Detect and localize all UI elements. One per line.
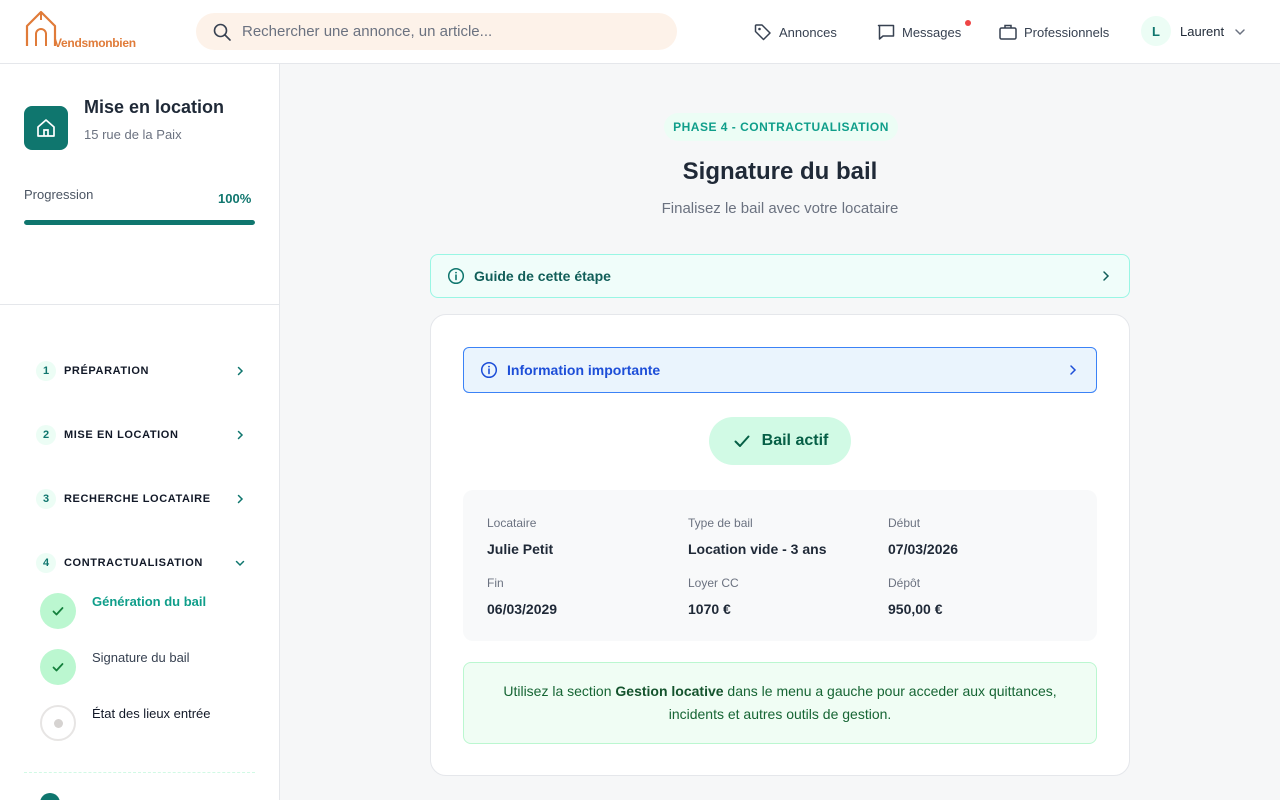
nav-annonces-label: Annonces — [779, 24, 837, 40]
site-logo-text: Vendsmonbien — [54, 36, 136, 50]
detail-key: Loyer CC — [688, 576, 739, 590]
detail-type-bail: Type de bail Location vide - 3 ans — [688, 516, 868, 557]
nav-professionnels[interactable]: Professionnels — [998, 20, 1109, 44]
chevron-right-icon — [237, 494, 244, 504]
user-name[interactable]: Laurent — [1180, 24, 1224, 39]
step-label: Signature du bail — [92, 650, 190, 665]
detail-value: Julie Petit — [487, 541, 554, 557]
info-icon — [480, 361, 498, 379]
step-status — [40, 649, 76, 685]
lease-card: Information importante Bail actif Locata… — [430, 314, 1130, 776]
progress-value: 100% — [218, 191, 252, 206]
site-logo[interactable]: Vendsmonbien — [24, 8, 136, 52]
management-notice-text: Utilisez la section Gestion locative dan… — [503, 683, 1057, 722]
tag-icon — [754, 24, 771, 41]
detail-debut: Début 07/03/2026 — [888, 516, 1068, 557]
progress-label: Progression — [24, 187, 94, 202]
info-icon — [447, 267, 465, 285]
sidebar-step-generation-bail[interactable]: Génération du bail — [40, 593, 260, 629]
chevron-right-icon — [1070, 365, 1077, 375]
detail-value: 06/03/2029 — [487, 601, 558, 617]
project-title: Mise en location — [84, 97, 225, 117]
sidebar-phase-recherche-locataire[interactable]: 3 RECHERCHE LOCATAIRE — [36, 489, 246, 509]
house-logo-icon — [25, 10, 57, 46]
messages-notification-dot — [965, 20, 971, 26]
home-icon — [37, 119, 55, 137]
phase-number: 4 — [36, 553, 56, 573]
page-subtitle: Finalisez le bail avec votre locataire — [661, 200, 899, 217]
important-info-accordion[interactable]: Information importante — [463, 347, 1097, 393]
phase-number: 1 — [36, 361, 56, 381]
chevron-down-icon[interactable] — [1233, 25, 1247, 39]
page-title: Signature du bail — [682, 158, 878, 185]
phase-label: MISE EN LOCATION — [64, 429, 179, 441]
detail-key: Dépôt — [888, 576, 921, 590]
gestion-locative-link: Gestion locative — [615, 683, 724, 699]
progress-bar — [24, 220, 255, 225]
lease-status-label: Bail actif — [761, 432, 829, 449]
top-navigation-bar: Vendsmonbien Annonces Messages Professio… — [0, 0, 1280, 64]
phase-number: 2 — [36, 425, 56, 445]
search-input[interactable] — [242, 23, 662, 40]
step-guide-accordion[interactable]: Guide de cette étape — [430, 254, 1130, 298]
gestion-locative-icon[interactable] — [40, 793, 60, 800]
detail-key: Fin — [487, 576, 504, 590]
detail-key: Type de bail — [688, 516, 753, 530]
detail-value: 07/03/2026 — [888, 541, 959, 557]
detail-value: Location vide - 3 ans — [688, 541, 827, 557]
chevron-right-icon — [1103, 271, 1110, 281]
project-address: 15 rue de la Paix — [84, 127, 182, 142]
search-icon — [213, 23, 231, 41]
project-sidebar: Mise en location 15 rue de la Paix Progr… — [0, 64, 280, 800]
briefcase-icon — [999, 24, 1017, 40]
message-icon — [877, 24, 895, 40]
check-icon — [52, 663, 64, 672]
project-icon — [24, 106, 68, 150]
detail-fin: Fin 06/03/2029 — [487, 576, 667, 617]
step-status — [40, 705, 76, 741]
phase-badge: PHASE 4 - CONTRACTUALISATION — [664, 113, 898, 141]
chevron-right-icon — [237, 366, 244, 376]
search-bar[interactable] — [196, 13, 677, 50]
user-avatar[interactable]: L — [1141, 16, 1171, 46]
nav-professionnels-label: Professionnels — [1024, 24, 1110, 40]
check-icon — [734, 435, 750, 447]
detail-depot: Dépôt 950,00 € — [888, 576, 1068, 617]
lease-details: Locataire Julie Petit Type de bail Locat… — [463, 490, 1097, 641]
detail-value: 1070 € — [688, 601, 731, 617]
detail-key: Début — [888, 516, 921, 530]
step-label: État des lieux entrée — [92, 706, 211, 721]
phase-label: CONTRACTUALISATION — [64, 557, 203, 569]
pending-dot-icon — [53, 718, 63, 728]
sidebar-divider — [0, 304, 279, 305]
detail-loyer: Loyer CC 1070 € — [688, 576, 868, 617]
nav-messages-label: Messages — [902, 24, 962, 40]
phase-label: PRÉPARATION — [64, 365, 150, 377]
step-guide-label: Guide de cette étape — [474, 268, 611, 284]
nav-messages[interactable]: Messages — [876, 20, 961, 44]
sidebar-phase-contractualisation[interactable]: 4 CONTRACTUALISATION — [36, 553, 246, 573]
detail-key: Locataire — [487, 516, 537, 530]
lease-status-badge: Bail actif — [709, 417, 851, 465]
phase-number: 3 — [36, 489, 56, 509]
progress-bar-fill — [24, 220, 255, 225]
sidebar-step-signature-bail[interactable]: Signature du bail — [40, 649, 260, 685]
sidebar-phase-mise-en-location[interactable]: 2 MISE EN LOCATION — [36, 425, 246, 445]
detail-locataire: Locataire Julie Petit — [487, 516, 667, 557]
chevron-right-icon — [237, 430, 244, 440]
sidebar-section-divider — [24, 772, 255, 773]
check-icon — [52, 607, 64, 616]
sidebar-phase-preparation[interactable]: 1 PRÉPARATION — [36, 361, 246, 381]
chevron-down-icon — [235, 560, 245, 567]
management-notice: Utilisez la section Gestion locative dan… — [463, 662, 1097, 744]
nav-annonces[interactable]: Annonces — [753, 20, 837, 44]
important-info-label: Information importante — [507, 362, 661, 378]
phase-label: RECHERCHE LOCATAIRE — [64, 493, 211, 505]
sidebar-step-etat-des-lieux[interactable]: État des lieux entrée — [40, 705, 260, 741]
step-label: Génération du bail — [92, 594, 207, 609]
detail-value: 950,00 € — [888, 601, 943, 617]
step-status — [40, 593, 76, 629]
